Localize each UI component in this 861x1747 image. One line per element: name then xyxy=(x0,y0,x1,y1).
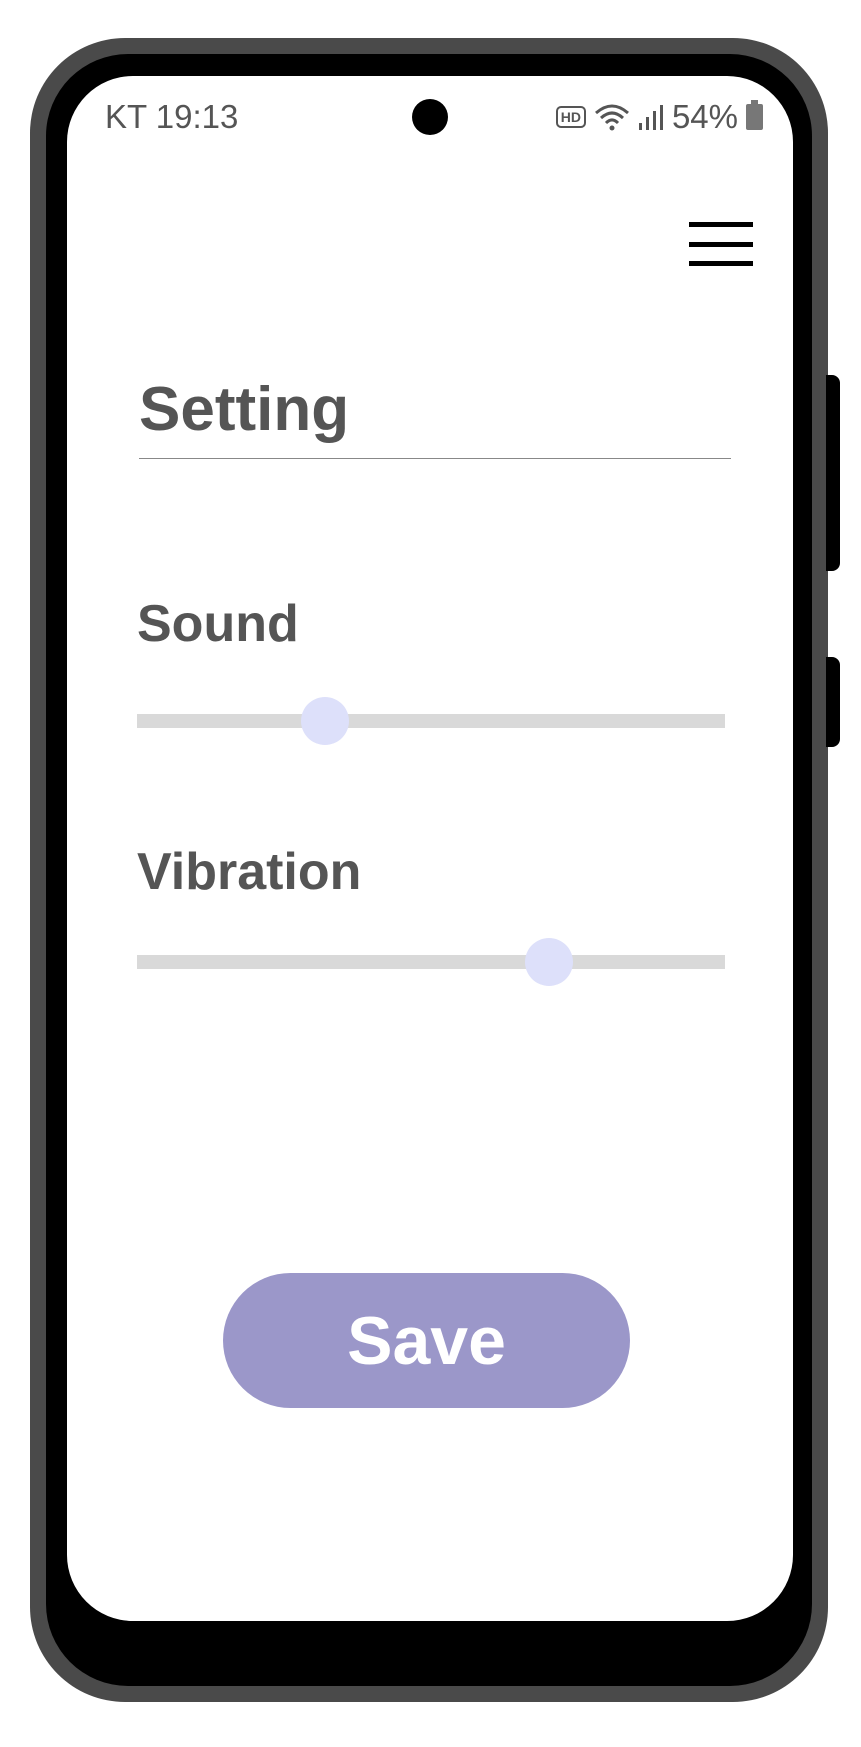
save-button[interactable]: Save xyxy=(223,1273,630,1408)
vibration-slider-thumb[interactable] xyxy=(524,938,573,986)
sound-slider-thumb[interactable] xyxy=(301,697,350,745)
title-divider xyxy=(139,458,731,459)
menu-line xyxy=(689,261,753,266)
vibration-slider-track[interactable] xyxy=(137,955,725,969)
sound-label: Sound xyxy=(137,595,299,653)
hamburger-menu-icon[interactable] xyxy=(689,222,753,266)
menu-line xyxy=(689,222,753,227)
vibration-slider[interactable] xyxy=(137,938,725,986)
status-carrier-time: KT 19:13 xyxy=(105,98,239,135)
battery-percent: 54% xyxy=(671,98,738,135)
menu-line xyxy=(689,241,753,247)
battery-icon xyxy=(746,100,763,130)
volume-side-button xyxy=(826,657,840,747)
sound-slider[interactable] xyxy=(137,697,725,745)
front-camera xyxy=(412,99,448,135)
power-side-button xyxy=(826,375,840,571)
wifi-icon xyxy=(594,104,629,131)
signal-icon xyxy=(638,105,663,130)
phone-screen: KT 19:13 HD 54% Setting Sound Vibration xyxy=(67,76,793,1621)
page-title: Setting xyxy=(139,375,350,444)
hd-voice-icon: HD xyxy=(555,106,586,128)
vibration-label: Vibration xyxy=(137,843,362,901)
sound-slider-track[interactable] xyxy=(137,714,725,728)
status-icons: HD 54% xyxy=(555,98,763,136)
